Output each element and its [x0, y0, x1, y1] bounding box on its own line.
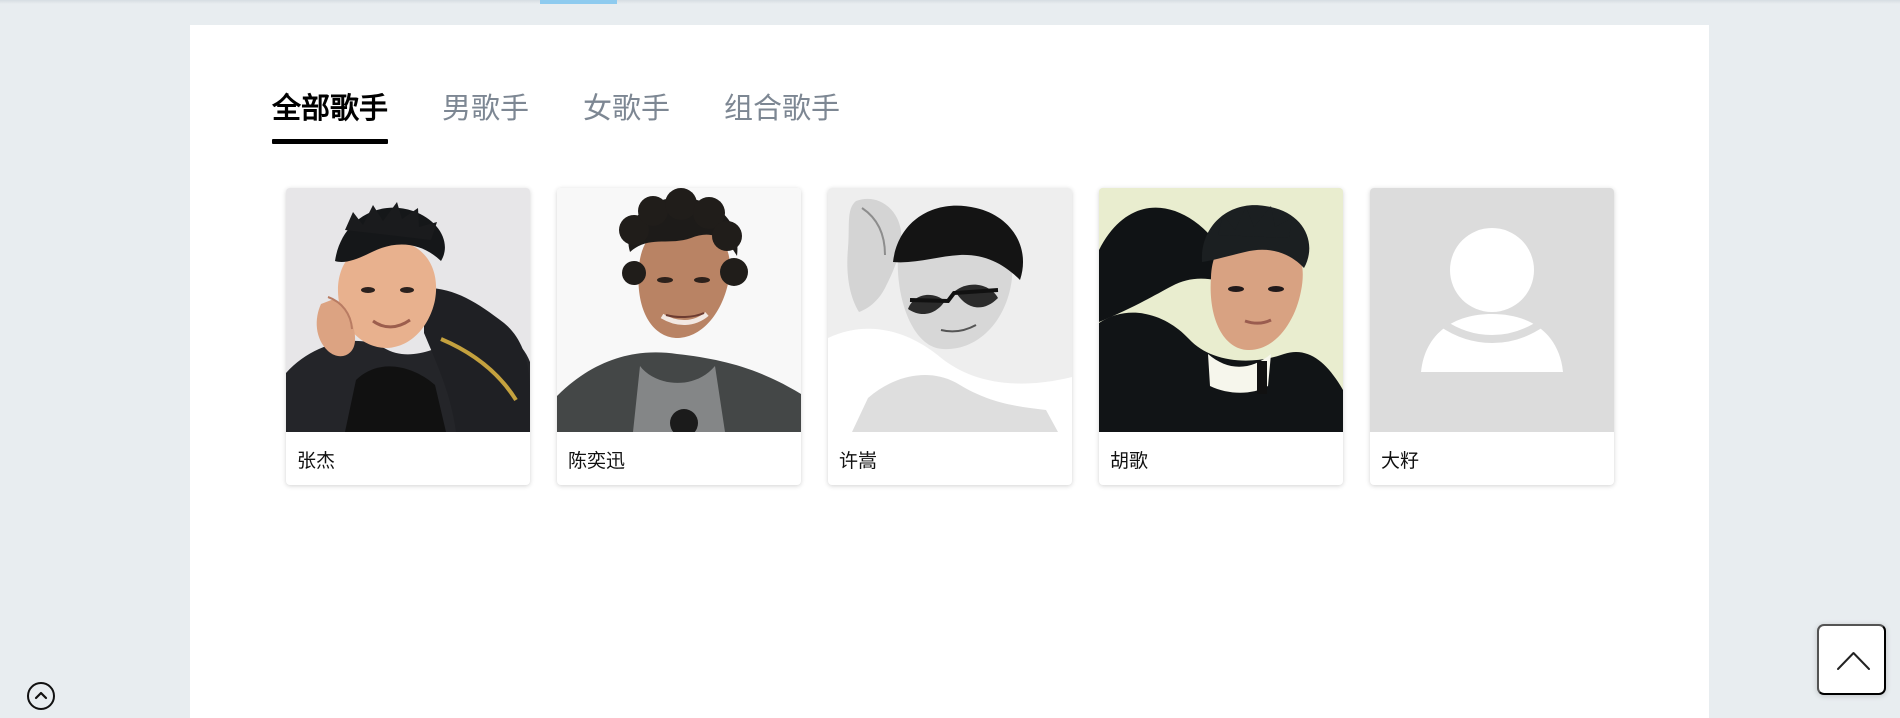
singer-category-tabs: 全部歌手 男歌手 女歌手 组合歌手 — [272, 91, 894, 145]
circle-chevron-up-icon[interactable] — [27, 682, 55, 710]
singer-name: 许嵩 — [839, 451, 878, 472]
singer-photo-xu-song — [828, 188, 1072, 432]
tab-female-singers[interactable]: 女歌手 — [583, 91, 670, 145]
top-active-indicator — [540, 0, 617, 4]
default-avatar-icon — [1370, 188, 1614, 432]
singer-name: 陈奕迅 — [568, 451, 626, 472]
back-to-top-button[interactable] — [1817, 624, 1886, 695]
singer-card-chen-yixun[interactable]: 陈奕迅 — [557, 188, 801, 485]
tab-group-singers[interactable]: 组合歌手 — [724, 91, 840, 145]
singer-card-da-zi[interactable]: 大籽 — [1370, 188, 1614, 485]
singer-card-hu-ge[interactable]: 胡歌 — [1099, 188, 1343, 485]
tab-all-singers[interactable]: 全部歌手 — [272, 91, 389, 145]
singer-photo-zhang-jie — [286, 188, 530, 432]
singer-list-panel: 全部歌手 男歌手 女歌手 组合歌手 张杰 陈奕迅 许嵩 胡歌 大籽 — [190, 25, 1709, 718]
singer-photo-chen-yixun — [557, 188, 801, 432]
chevron-up-icon — [1837, 652, 1870, 670]
singer-photo-hu-ge — [1099, 188, 1343, 432]
singer-name: 胡歌 — [1110, 451, 1149, 472]
singer-name: 张杰 — [297, 451, 336, 472]
singer-card-xu-song[interactable]: 许嵩 — [828, 188, 1072, 485]
tab-male-singers[interactable]: 男歌手 — [442, 91, 529, 145]
singer-card-zhang-jie[interactable]: 张杰 — [286, 188, 530, 485]
singer-name: 大籽 — [1381, 451, 1420, 472]
singer-grid: 张杰 陈奕迅 许嵩 胡歌 大籽 — [286, 188, 1614, 485]
top-shadow-divider — [0, 0, 1900, 4]
